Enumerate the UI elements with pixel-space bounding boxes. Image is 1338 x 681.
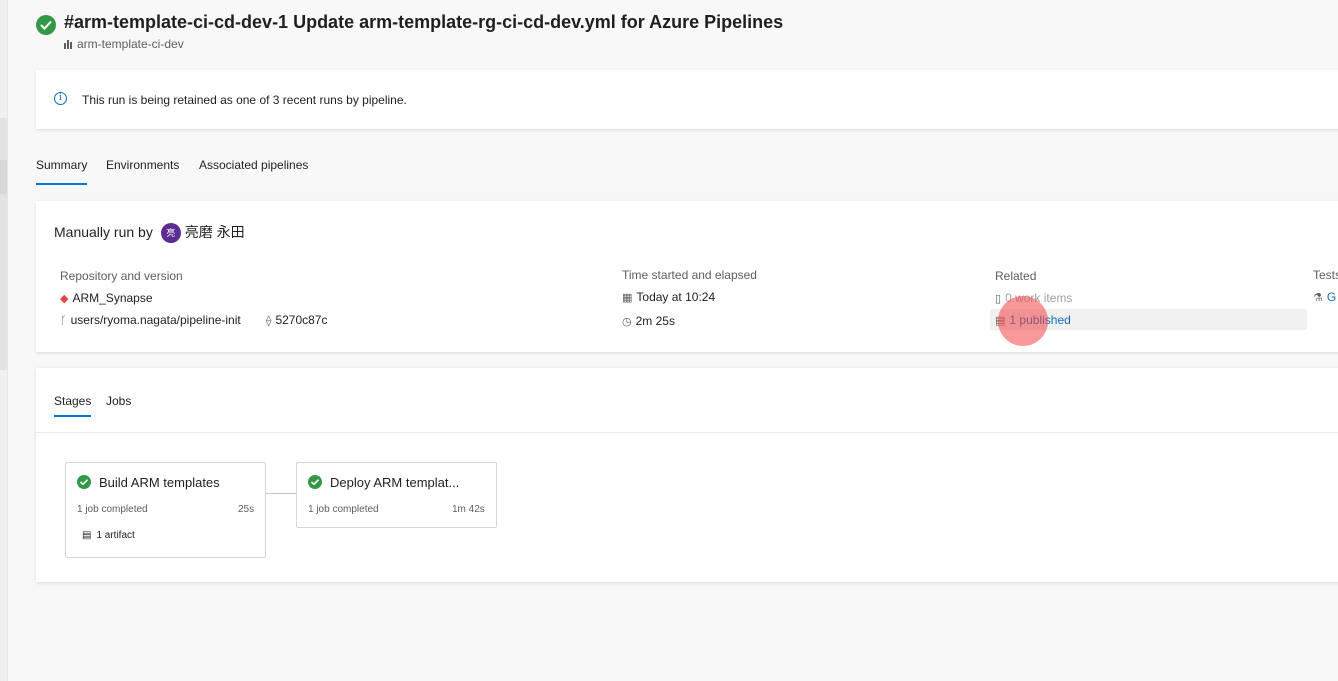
stages-divider	[36, 432, 1338, 433]
stage-build-arm-templates[interactable]: Build ARM templates 1 job completed 25s …	[65, 462, 266, 558]
clipboard-icon: ▯	[995, 293, 1002, 305]
branch-link[interactable]: ᚴ users/ryoma.nagata/pipeline-init	[60, 313, 241, 327]
left-nav-strip	[0, 0, 8, 681]
pipeline-icon	[64, 38, 74, 49]
flask-icon: ⚗	[1313, 292, 1323, 304]
run-by-user[interactable]: 亮磨 永田	[185, 224, 245, 240]
tab-jobs[interactable]: Jobs	[106, 394, 131, 408]
time-started-value: Today at 10:24	[636, 290, 716, 304]
stage-artifact-link[interactable]: ▤ 1 artifact	[82, 530, 135, 541]
time-label: Time started and elapsed	[622, 268, 757, 282]
stage-job-count: 1 job completed	[308, 504, 379, 515]
run-summary-card: Manually run by 亮亮磨 永田 Repository and ve…	[36, 201, 1338, 352]
tests-value: G	[1326, 290, 1337, 304]
stage-success-icon	[308, 475, 322, 489]
clock-icon: ◷	[622, 316, 632, 328]
tests-link[interactable]: ⚗ G	[1313, 290, 1336, 304]
tab-associated-pipelines[interactable]: Associated pipelines	[199, 158, 308, 172]
avatar: 亮	[160, 223, 181, 244]
time-elapsed: ◷ 2m 25s	[622, 314, 675, 328]
run-by: Manually run by 亮亮磨 永田	[54, 222, 245, 244]
retention-info-text: This run is being retained as one of 3 r…	[82, 93, 407, 107]
stage-name: Build ARM templates	[99, 475, 220, 490]
time-elapsed-value: 2m 25s	[635, 314, 675, 328]
tab-summary[interactable]: Summary	[36, 158, 88, 185]
branch-icon: ᚴ	[60, 315, 67, 327]
artifact-icon: ▤	[82, 530, 92, 541]
stage-success-icon	[77, 475, 91, 489]
stage-duration: 25s	[238, 504, 255, 515]
repo-link[interactable]: ◆ ARM_Synapse	[60, 291, 153, 305]
stage-deploy-arm-templates[interactable]: Deploy ARM templat... 1 job completed 1m…	[296, 462, 497, 528]
stage-duration: 1m 42s	[452, 504, 485, 515]
tab-environments[interactable]: Environments	[106, 158, 179, 172]
commit-id: 5270c87c	[275, 313, 328, 327]
calendar-icon: ▦	[622, 292, 633, 304]
click-marker	[998, 296, 1048, 346]
stage-name: Deploy ARM templat...	[330, 475, 460, 490]
repo-version-label: Repository and version	[60, 269, 183, 283]
retention-info-banner: i This run is being retained as one of 3…	[36, 70, 1338, 129]
left-nav-segment	[0, 118, 7, 160]
left-nav-segment	[0, 194, 7, 370]
left-nav-segment-active	[0, 160, 7, 194]
git-repo-icon: ◆	[60, 293, 69, 305]
pipeline-name: arm-template-ci-dev	[77, 37, 184, 51]
info-icon: i	[54, 92, 67, 105]
pipeline-link[interactable]: arm-template-ci-dev	[64, 37, 184, 51]
commit-link[interactable]: ⟠ 5270c87c	[266, 313, 327, 327]
run-by-label: Manually run by	[54, 224, 153, 240]
time-started: ▦ Today at 10:24	[622, 290, 715, 304]
stage-connector	[266, 493, 296, 494]
tests-label: Tests	[1313, 268, 1338, 282]
tab-stages[interactable]: Stages	[54, 394, 92, 417]
branch-name: users/ryoma.nagata/pipeline-init	[70, 313, 241, 327]
related-label: Related	[995, 269, 1037, 283]
commit-icon: ⟠	[266, 315, 272, 327]
run-title: #arm-template-ci-cd-dev-1 Update arm-tem…	[64, 12, 784, 32]
stage-job-count: 1 job completed	[77, 504, 148, 515]
repo-name: ARM_Synapse	[72, 291, 153, 305]
run-success-icon	[36, 15, 56, 35]
stage-artifact-count: 1 artifact	[96, 530, 135, 541]
